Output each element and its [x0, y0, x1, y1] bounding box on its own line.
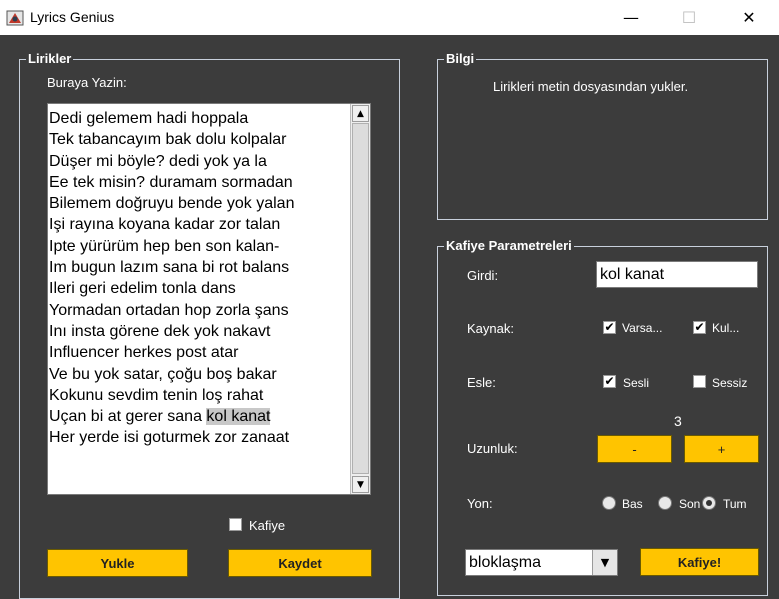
length-label: Uzunluk:: [467, 441, 518, 456]
source-option-label: Kul...: [712, 321, 740, 335]
lyrics-prompt-label: Buraya Yazin:: [47, 75, 127, 90]
rhyme-button[interactable]: Kafiye!: [640, 548, 759, 576]
app-icon: [6, 9, 24, 27]
rhyme-params-legend: Kafiye Parametreleri: [444, 238, 574, 253]
load-button[interactable]: Yukle: [47, 549, 188, 577]
maximize-button[interactable]: ☐: [666, 0, 712, 35]
direction-label: Yon:: [467, 496, 493, 511]
direction-option-label: Bas: [622, 497, 643, 511]
match-option-label: Sesli: [623, 376, 650, 390]
source-option-label: Varsa...: [622, 321, 663, 335]
selected-text[interactable]: kol kanat: [206, 408, 271, 426]
lyrics-line: Im bugun lazım sana bi rot balans: [49, 259, 290, 277]
lyrics-line: Işi rayına koyana kadar zor talan: [49, 216, 281, 234]
direction-radio-bas[interactable]: [602, 496, 616, 510]
match-checkbox-sessiz[interactable]: [693, 375, 706, 388]
match-checkbox-sesli[interactable]: ✔: [603, 375, 616, 388]
info-message: Lirikleri metin dosyasından yukler.: [493, 79, 689, 94]
lyrics-line: Uçan bi at gerer sana: [49, 408, 207, 426]
direction-radio-tum[interactable]: [702, 496, 716, 510]
minimize-button[interactable]: —: [608, 0, 654, 35]
direction-option-label: Tum: [723, 497, 747, 511]
title-bar: Lyrics Genius — ☐ ✕: [0, 0, 779, 35]
lyrics-line-with-selection: Uçan bi at gerer sana kol kanat: [49, 406, 351, 427]
length-increase-button[interactable]: +: [684, 435, 759, 463]
chevron-down-icon[interactable]: ▼: [592, 550, 617, 575]
lyrics-line: Bilemem doğruyu bende yok yalan: [49, 195, 295, 213]
length-value: 3: [674, 413, 682, 429]
lyrics-text[interactable]: Dedi gelemem hadi hoppala Tek tabancayım…: [48, 108, 351, 449]
lyrics-line: Kokunu sevdim tenin loş rahat: [49, 386, 264, 404]
lyrics-line: Düşer mi böyle? dedi yok ya la: [49, 152, 267, 170]
direction-radio-son[interactable]: [658, 496, 672, 510]
direction-option-label: Son: [679, 497, 701, 511]
close-button[interactable]: ✕: [726, 0, 772, 35]
lyrics-line: Ipte yürürüm hep ben son kalan-: [49, 237, 280, 255]
save-button[interactable]: Kaydet: [228, 549, 372, 577]
kafiye-checkbox[interactable]: [229, 518, 242, 531]
lyrics-textarea[interactable]: Dedi gelemem hadi hoppala Tek tabancayım…: [47, 103, 371, 495]
lyrics-line: Tek tabancayım bak dolu kolpalar: [49, 131, 287, 149]
scroll-thumb[interactable]: [352, 123, 369, 474]
lyrics-line: Ileri geri edelim tonla dans: [49, 280, 236, 298]
info-legend: Bilgi: [444, 51, 477, 66]
mode-select[interactable]: bloklaşma ▼: [465, 549, 618, 576]
length-decrease-button[interactable]: -: [597, 435, 672, 463]
lyrics-line: Inı insta görene dek yok nakavt: [49, 322, 271, 340]
lyrics-line: Ve bu yok satar, çoğu boş bakar: [49, 365, 277, 383]
rhyme-input-field[interactable]: kol kanat: [596, 261, 758, 288]
lyrics-legend: Lirikler: [26, 51, 74, 66]
lyrics-line: Yormadan ortadan hop zorla şans: [49, 301, 289, 319]
input-label: Girdi:: [467, 268, 499, 283]
mode-select-value: bloklaşma: [469, 554, 542, 571]
match-label: Esle:: [467, 375, 496, 390]
lyrics-line: Influencer herkes post atar: [49, 344, 239, 362]
lyrics-line: Ee tek misin? duramam sormadan: [49, 173, 293, 191]
scroll-up-icon[interactable]: ▲: [352, 105, 369, 122]
source-checkbox-kullanici[interactable]: ✔: [693, 321, 706, 334]
window-title: Lyrics Genius: [30, 9, 115, 25]
source-checkbox-varsayilan[interactable]: ✔: [603, 321, 616, 334]
rhyme-params-group: Kafiye Parametreleri: [437, 238, 768, 596]
lyrics-line: Her yerde isi goturmek zor zanaat: [49, 429, 290, 447]
scroll-down-icon[interactable]: ▼: [352, 476, 369, 493]
lyrics-line: Dedi gelemem hadi hoppala: [49, 110, 249, 127]
lyrics-scrollbar[interactable]: ▲ ▼: [350, 104, 370, 494]
kafiye-checkbox-label: Kafiye: [249, 518, 286, 533]
match-option-label: Sessiz: [712, 376, 748, 390]
source-label: Kaynak:: [467, 321, 514, 336]
